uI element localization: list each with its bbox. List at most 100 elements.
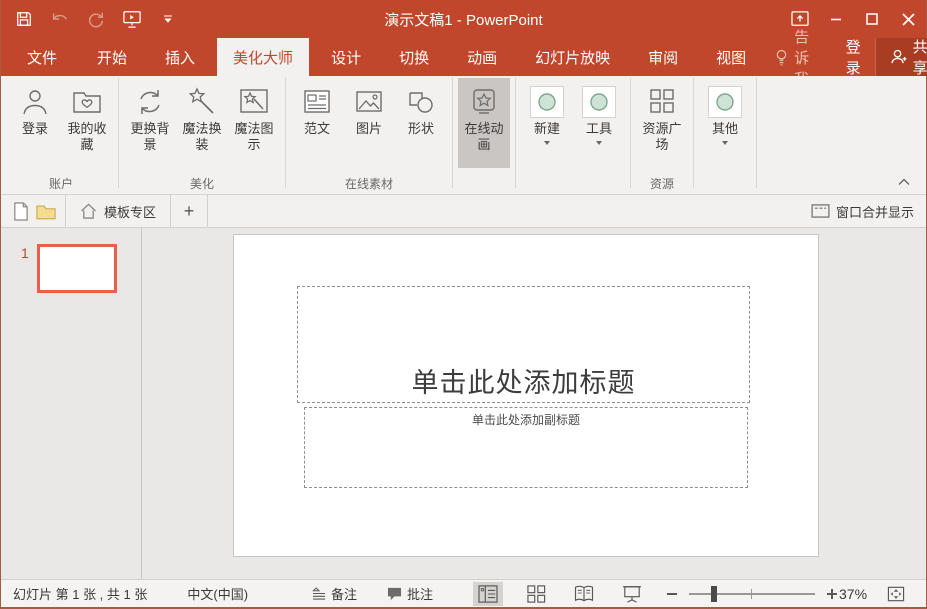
ribbon-separator bbox=[693, 78, 694, 188]
tab-transitions[interactable]: 切换 bbox=[383, 38, 445, 76]
ribbon-separator bbox=[285, 78, 286, 188]
zoom-in-button[interactable] bbox=[825, 589, 839, 599]
other-button[interactable]: 其他 bbox=[699, 78, 751, 168]
button-label: 在线动画 bbox=[459, 121, 509, 153]
button-label: 登录 bbox=[10, 121, 60, 137]
magic-wand-star-icon bbox=[186, 83, 218, 121]
tab-file[interactable]: 文件 bbox=[9, 38, 75, 76]
tab-insert[interactable]: 插入 bbox=[149, 38, 211, 76]
green-circle-icon bbox=[582, 83, 616, 121]
online-animation-button[interactable]: 在线动画 bbox=[458, 78, 510, 168]
magic-diagram-button[interactable]: 魔法图示 bbox=[228, 78, 280, 168]
button-label: 图片 bbox=[344, 121, 394, 137]
start-slideshow-button[interactable] bbox=[121, 8, 143, 30]
shapes-button[interactable]: 形状 bbox=[395, 78, 447, 168]
sign-in-button[interactable]: 登录 bbox=[832, 38, 875, 76]
redo-icon bbox=[87, 10, 105, 28]
slide-sorter-view-button[interactable] bbox=[521, 582, 551, 606]
status-bar: 幻灯片 第 1 张 , 共 1 张 中文(中国) 备注 批注 bbox=[1, 579, 926, 607]
tab-review[interactable]: 审阅 bbox=[632, 38, 694, 76]
ribbon-group-resources: 资源广场 资源 bbox=[632, 76, 692, 194]
tab-design[interactable]: 设计 bbox=[315, 38, 377, 76]
notes-toggle[interactable]: 备注 bbox=[312, 584, 357, 603]
undo-button[interactable] bbox=[49, 8, 71, 30]
user-icon bbox=[19, 83, 51, 121]
refresh-icon bbox=[134, 83, 166, 121]
slide-thumbnail-panel[interactable]: 1 bbox=[1, 228, 142, 579]
save-button[interactable] bbox=[13, 8, 35, 30]
green-circle-icon bbox=[530, 83, 564, 121]
customize-qat-button[interactable] bbox=[157, 8, 179, 30]
magic-dressup-button[interactable]: 魔法换装 bbox=[176, 78, 228, 168]
ribbon-separator bbox=[756, 78, 757, 188]
button-label: 范文 bbox=[292, 121, 342, 137]
pictures-button[interactable]: 图片 bbox=[343, 78, 395, 168]
merge-windows-label: 窗口合并显示 bbox=[836, 202, 914, 221]
change-background-button[interactable]: 更换背景 bbox=[124, 78, 176, 168]
chevron-down-icon bbox=[163, 14, 173, 24]
template-zone-tab[interactable]: 模板专区 bbox=[66, 195, 170, 228]
subtitle-placeholder[interactable]: 单击此处添加副标题 bbox=[304, 407, 748, 488]
zoom-slider-thumb[interactable] bbox=[711, 586, 717, 602]
close-button[interactable] bbox=[890, 0, 926, 38]
slide-thumbnail[interactable] bbox=[37, 244, 117, 293]
button-label: 更换背景 bbox=[125, 121, 175, 153]
quick-access-toolbar bbox=[1, 8, 179, 30]
shapes-icon bbox=[405, 83, 437, 121]
home-icon bbox=[80, 203, 97, 219]
add-document-tab-button[interactable]: + bbox=[171, 195, 207, 228]
language-indicator[interactable]: 中文(中国) bbox=[187, 584, 248, 603]
tools-button[interactable]: 工具 bbox=[573, 78, 625, 168]
reading-view-icon bbox=[574, 585, 594, 602]
normal-view-icon bbox=[478, 585, 498, 603]
document-tab-bar: 模板专区 + 窗口合并显示 bbox=[1, 195, 926, 228]
ribbon-group-new-tools: 新建 工具 bbox=[517, 76, 629, 194]
template-zone-label: 模板专区 bbox=[104, 202, 156, 221]
minimize-button[interactable] bbox=[818, 0, 854, 38]
button-label: 资源广场 bbox=[637, 121, 687, 153]
new-button[interactable]: 新建 bbox=[521, 78, 573, 168]
main-area: 1 单击此处添加标题 单击此处添加副标题 bbox=[1, 228, 926, 579]
normal-view-button[interactable] bbox=[473, 582, 503, 606]
zoom-slider[interactable] bbox=[689, 593, 815, 595]
redo-button[interactable] bbox=[85, 8, 107, 30]
zoom-percentage[interactable]: 37% bbox=[839, 586, 867, 602]
title-placeholder[interactable]: 单击此处添加标题 bbox=[297, 286, 750, 403]
open-folder-button[interactable] bbox=[33, 198, 59, 224]
green-circle-icon bbox=[708, 83, 742, 121]
tab-view[interactable]: 视图 bbox=[700, 38, 762, 76]
my-favorites-button[interactable]: 我的收藏 bbox=[61, 78, 113, 168]
comments-toggle[interactable]: 批注 bbox=[387, 584, 433, 603]
slideshow-view-icon bbox=[622, 585, 642, 603]
maximize-button[interactable] bbox=[854, 0, 890, 38]
zoom-out-button[interactable] bbox=[665, 592, 679, 596]
close-icon bbox=[902, 13, 915, 26]
tell-me-box[interactable]: 告诉我... bbox=[765, 38, 832, 76]
reading-view-button[interactable] bbox=[569, 582, 599, 606]
comments-label: 批注 bbox=[407, 584, 433, 603]
star-box-icon bbox=[468, 83, 500, 121]
new-document-button[interactable] bbox=[7, 198, 33, 224]
fit-slide-to-window-button[interactable] bbox=[883, 582, 909, 606]
login-button[interactable]: 登录 bbox=[9, 78, 61, 168]
slideshow-view-button[interactable] bbox=[617, 582, 647, 606]
merge-windows-toggle[interactable]: 窗口合并显示 bbox=[811, 202, 926, 221]
notes-label: 备注 bbox=[331, 584, 357, 603]
ribbon-group-online-animation: 在线动画 bbox=[454, 76, 514, 194]
sample-docs-button[interactable]: 范文 bbox=[291, 78, 343, 168]
tab-slideshow[interactable]: 幻灯片放映 bbox=[519, 38, 626, 76]
share-button[interactable]: 共享 bbox=[875, 38, 927, 76]
document-icon bbox=[301, 83, 333, 121]
slide-number: 1 bbox=[21, 245, 29, 261]
ribbon-separator bbox=[630, 78, 631, 188]
group-label-empty bbox=[521, 176, 625, 194]
tab-animations[interactable]: 动画 bbox=[451, 38, 513, 76]
tab-beautify-master[interactable]: 美化大师 bbox=[217, 38, 309, 76]
tab-home[interactable]: 开始 bbox=[81, 38, 143, 76]
picture-icon bbox=[353, 83, 385, 121]
collapse-ribbon-button[interactable] bbox=[896, 176, 912, 188]
slide-canvas[interactable]: 单击此处添加标题 单击此处添加副标题 bbox=[233, 234, 819, 557]
resource-plaza-button[interactable]: 资源广场 bbox=[636, 78, 688, 168]
button-label: 魔法图示 bbox=[229, 121, 279, 153]
merge-windows-icon bbox=[811, 204, 830, 218]
